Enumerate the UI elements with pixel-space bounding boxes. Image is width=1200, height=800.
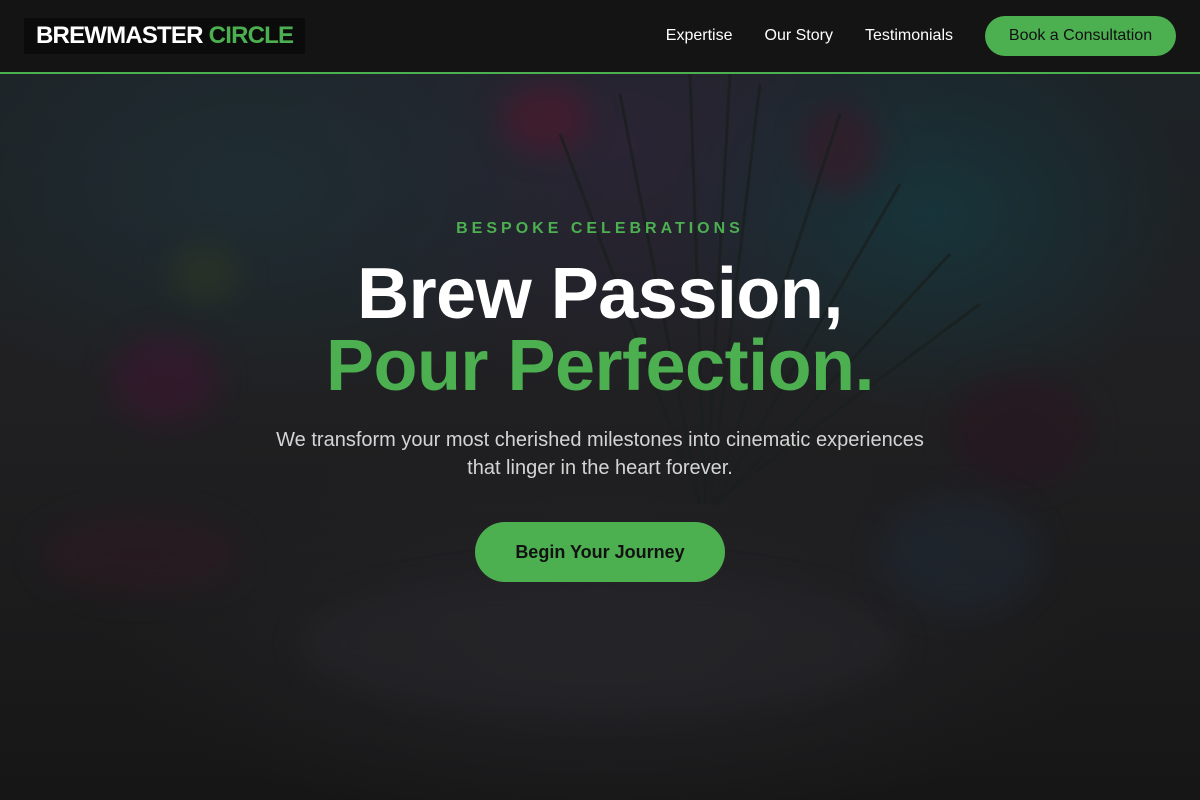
hero-headline: Brew Passion, Pour Perfection. [0,258,1200,402]
logo-word-primary: BREWMASTER [36,22,203,49]
hero-section: BESPOKE CELEBRATIONS Brew Passion, Pour … [0,74,1200,800]
site-header: BREWMASTER CIRCLE Expertise Our Story Te… [0,0,1200,74]
nav-link-testimonials[interactable]: Testimonials [865,27,953,45]
brand-logo[interactable]: BREWMASTER CIRCLE [24,18,306,54]
begin-journey-button[interactable]: Begin Your Journey [475,522,725,582]
main-nav: Expertise Our Story Testimonials Book a … [666,16,1176,56]
hero-content: BESPOKE CELEBRATIONS Brew Passion, Pour … [0,74,1200,800]
headline-line-2: Pour Perfection. [325,326,875,406]
hero-eyebrow: BESPOKE CELEBRATIONS [456,220,744,237]
book-consultation-button[interactable]: Book a Consultation [985,16,1176,56]
headline-line-1: Brew Passion, [357,254,843,334]
nav-link-our-story[interactable]: Our Story [765,27,833,45]
logo-word-accent: CIRCLE [208,22,294,49]
hero-tagline: We transform your most cherished milesto… [276,429,924,479]
nav-link-expertise[interactable]: Expertise [666,27,733,45]
